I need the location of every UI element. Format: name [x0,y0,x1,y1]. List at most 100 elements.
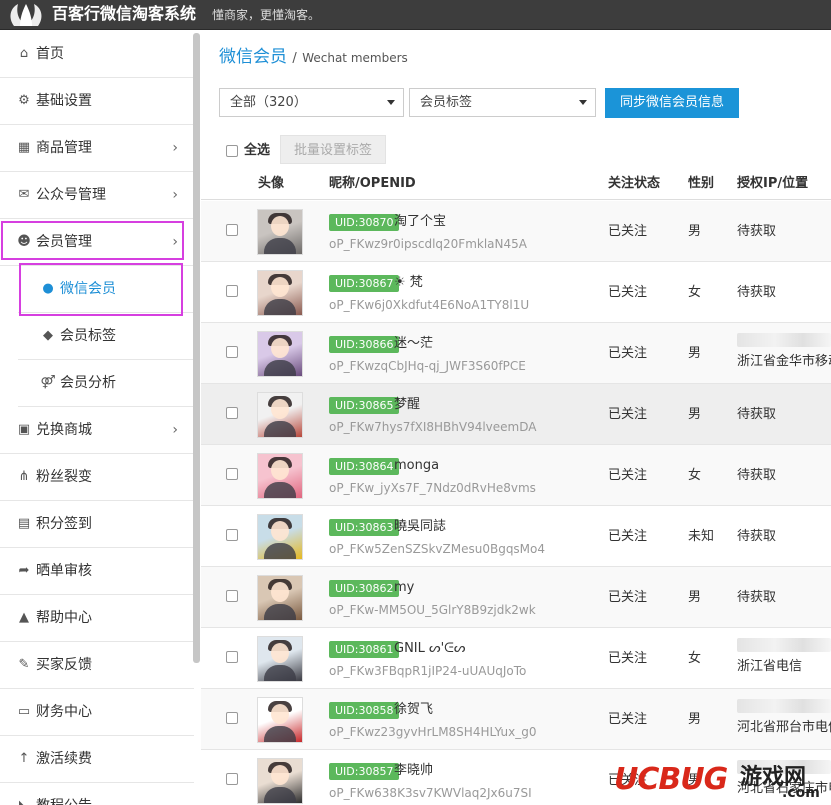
member-nickname: 迷～茫 [394,336,434,351]
member-gender: 男 [688,590,702,605]
uid-badge: UID:30864 [329,458,400,475]
sidebar-item-7[interactable]: ⚤ 会员分析 [18,360,194,407]
chevron-right-icon: › [172,140,178,156]
sidebar-item-12[interactable]: ▲ 帮助中心 [0,595,194,642]
col-ip: 授权IP/位置 [737,176,809,191]
member-nickname: 淘了个宝 [394,214,447,229]
avatar [257,636,303,682]
table-row[interactable]: UID:30870 淘了个宝 oP_FKwz9r0ipscdlq20FmklaN45… [201,201,831,262]
avatar [257,697,303,743]
cubes-icon: ▦ [17,140,31,155]
sidebar-item-1[interactable]: ⚙ 基础设置 [0,78,194,125]
sidebar-item-6[interactable]: ◆ 会员标签 [18,313,194,360]
member-nickname: 李晓帅 [394,763,434,778]
uid-badge: UID:30870 [329,214,400,231]
table-row[interactable]: UID:30862 my oP_FKw-MM5OU_5GlrY8B9zjdk2wk 已… [201,567,831,628]
row-checkbox[interactable] [226,773,238,785]
uid-badge: UID:30863 [329,519,400,536]
comments-icon: ✎ [18,657,30,672]
avatar [257,331,303,377]
member-nickname: ☀ 梵 [394,275,423,290]
sidebar-item-9[interactable]: ⋔ 粉丝裂变 [0,454,194,501]
sidebar-scrollbar[interactable] [193,33,200,663]
row-checkbox[interactable] [226,468,238,480]
redacted-ip [737,699,831,713]
sidebar-item-label: 商品管理 [36,140,92,156]
gear-icon: ⚙ [18,93,30,108]
table-row[interactable]: UID:30865 梦醒 oP_FKw7hys7fXI8HBhV94lveemDA 已… [201,384,831,445]
follow-status: 已关注 [608,285,648,300]
chevron-right-icon: › [172,187,178,203]
row-checkbox[interactable] [226,407,238,419]
member-openid: oP_FKwz9r0ipscdlq20FmklaN45A [329,237,527,251]
sidebar-item-15[interactable]: ↑ 激活续费 [0,736,194,783]
row-checkbox[interactable] [226,285,238,297]
member-filter-select[interactable]: 全部（320） [219,88,404,117]
member-openid: oP_FKwz23gyvHrLM8SH4HLYux_g0 [329,725,537,739]
sidebar-item-label: 帮助中心 [36,610,92,626]
row-checkbox[interactable] [226,529,238,541]
sidebar-item-label: 会员标签 [60,328,116,344]
credit-card-icon: ▭ [17,704,31,719]
sidebar-item-3[interactable]: ✉ 公众号管理 › [0,172,194,219]
select-all-checkbox[interactable] [226,145,238,157]
logo-icon [10,4,42,26]
shopping-bag-icon: ▣ [17,422,31,437]
table-row[interactable]: UID:30863 曉吳同誌 oP_FKw5ZenSZSkvZMesu0BgqsMo… [201,506,831,567]
sitemap-icon: ⋔ [18,469,30,484]
graduation-cap-icon: ▲ [19,610,29,625]
auth-ip-location: 待获取 [737,590,777,605]
select-all-label[interactable]: 全选 [244,142,270,159]
auth-ip-location: 待获取 [737,285,777,300]
row-checkbox[interactable] [226,712,238,724]
member-nickname: GNIL ᔕ'ᕮᔕ [394,641,466,656]
row-checkbox[interactable] [226,346,238,358]
sidebar-item-10[interactable]: ▤ 积分签到 [0,501,194,548]
sync-members-button[interactable]: 同步微信会员信息 [605,88,739,118]
sidebar-item-8[interactable]: ▣ 兑换商城 › [0,407,194,454]
sidebar-item-label: 激活续费 [36,751,92,767]
uid-badge: UID:30866 [329,336,400,353]
sidebar-item-label: 首页 [36,46,64,62]
sidebar-item-label: 粉丝裂变 [36,469,92,485]
member-openid: oP_FKwzqCbJHq-qj_JWF3S60fPCE [329,359,526,373]
sidebar-item-label: 教程公告 [36,797,92,805]
member-gender: 男 [688,346,702,361]
row-checkbox[interactable] [226,651,238,663]
table-row[interactable]: UID:30866 迷～茫 oP_FKwzqCbJHq-qj_JWF3S60fPCE… [201,323,831,384]
wechat-icon: ✉ [18,187,30,202]
uid-badge: UID:30862 [329,580,400,597]
sidebar-item-13[interactable]: ✎ 买家反馈 [0,642,194,689]
tags-icon: ◆ [43,328,53,343]
table-row[interactable]: UID:30861 GNIL ᔕ'ᕮᔕ oP_FKw3FBqpR1jIP24-uUA… [201,628,831,689]
share-icon: ➦ [18,563,30,578]
sidebar-item-11[interactable]: ➦ 晒单审核 [0,548,194,595]
member-tag-select[interactable]: 会员标签 [409,88,596,117]
sidebar-item-2[interactable]: ▦ 商品管理 › [0,125,194,172]
table-row[interactable]: UID:30867 ☀ 梵 oP_FKw6j0Xkdfut4E6NoA1TY8l1U… [201,262,831,323]
member-openid: oP_FKw_jyXs7F_7Ndz0dRvHe8vms [329,481,536,495]
table-header: 头像 昵称/OPENID 关注状态 性别 授权IP/位置 [201,170,831,200]
row-checkbox[interactable] [226,590,238,602]
col-avatar: 头像 [258,176,285,191]
home-icon: ⌂ [19,46,29,61]
watermark-domain: .com [782,785,820,801]
sidebar-item-label: 兑换商城 [36,422,92,438]
col-status: 关注状态 [608,176,661,191]
title-separator: / [292,51,297,66]
table-row[interactable]: UID:30864 monga oP_FKw_jyXs7F_7Ndz0dRvHe8v… [201,445,831,506]
avatar [257,575,303,621]
sidebar-item-label: 会员分析 [60,375,116,391]
sidebar-item-0[interactable]: ⌂ 首页 [0,31,194,78]
sidebar-item-14[interactable]: ▭ 财务中心 [0,689,194,736]
sidebar-item-16[interactable]: ◣ 教程公告 [0,783,194,805]
table-row[interactable]: UID:30858 徐贺飞 oP_FKwz23gyvHrLM8SH4HLYux_g0… [201,689,831,750]
follow-status: 已关注 [608,468,648,483]
member-openid: oP_FKw7hys7fXI8HBhV94lveemDA [329,420,537,434]
row-checkbox[interactable] [226,224,238,236]
bullhorn-icon: ◣ [16,798,32,805]
avatar [257,514,303,560]
uid-badge: UID:30865 [329,397,400,414]
member-filter-value: 全部（320） [230,95,307,110]
chevron-down-icon [579,100,587,105]
